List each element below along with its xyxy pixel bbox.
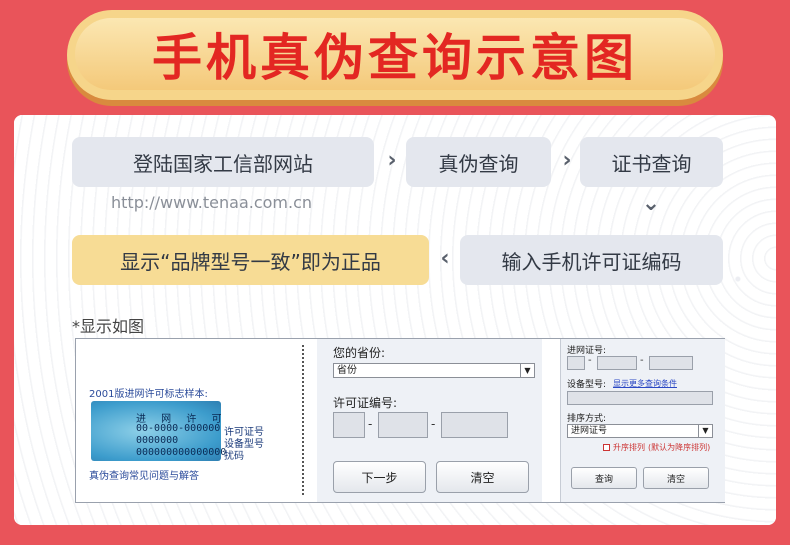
license-part2-input[interactable] bbox=[378, 412, 428, 438]
dash-separator: - bbox=[431, 417, 436, 431]
device-model-label: 设备型号: bbox=[567, 380, 607, 390]
chevron-down-icon: ▼ bbox=[698, 425, 712, 437]
license-number-label: 许可证编号: bbox=[333, 396, 398, 410]
ascending-checkbox[interactable] bbox=[603, 444, 610, 451]
net-license-part1-input[interactable] bbox=[567, 356, 585, 370]
ascending-hint: (默认为降序排列) bbox=[648, 443, 711, 452]
dash-separator: - bbox=[588, 355, 592, 366]
page-title: 手机真伪查询示意图 bbox=[152, 29, 638, 87]
step-result-genuine: 显示“品牌型号一致”即为正品 bbox=[72, 235, 429, 285]
license-number: 00-0000-000000 bbox=[136, 423, 221, 434]
example-note: *显示如图 bbox=[72, 317, 145, 336]
dotted-divider bbox=[302, 345, 304, 495]
ministry-url: http://www.tenaa.com.cn bbox=[111, 193, 313, 212]
net-license-label: 进网证号: bbox=[567, 346, 607, 356]
province-select-value: 省份 bbox=[337, 365, 357, 376]
province-select[interactable]: 省份 ▼ bbox=[333, 363, 535, 378]
chevron-down-icon: ⌄ bbox=[641, 191, 661, 216]
license-part1-input[interactable] bbox=[333, 412, 365, 438]
dash-separator: - bbox=[368, 417, 373, 431]
chevron-right-icon: › bbox=[387, 148, 397, 173]
query-button[interactable]: 查询 bbox=[571, 467, 637, 489]
step-enter-license-code: 输入手机许可证编码 bbox=[460, 235, 723, 285]
sort-select[interactable]: 进网证号 ▼ bbox=[567, 424, 713, 438]
scramble-code-label: 扰码 bbox=[224, 451, 244, 462]
chevron-right-icon: › bbox=[562, 148, 572, 173]
step-login-ministry-site: 登陆国家工信部网站 bbox=[72, 137, 374, 187]
ascending-label: 升序排列 bbox=[613, 443, 645, 452]
step-authenticity-query: 真伪查询 bbox=[406, 137, 551, 187]
step-certificate-query: 证书查询 bbox=[580, 137, 723, 187]
license-part3-input[interactable] bbox=[441, 412, 508, 438]
clear-button[interactable]: 清空 bbox=[436, 461, 529, 493]
license-sample: 2001版进网许可标志样本: 进 网 许 可 00-0000-000000 00… bbox=[76, 339, 303, 502]
scramble-code: 000000000000000 bbox=[136, 447, 227, 458]
title-banner-inner: 手机真伪查询示意图 bbox=[75, 18, 715, 90]
sort-label: 排序方式: bbox=[567, 414, 607, 424]
license-sample-title: 2001版进网许可标志样本: bbox=[89, 389, 208, 400]
device-model-number: 0000000 bbox=[136, 435, 179, 446]
dash-separator: - bbox=[640, 355, 644, 366]
clear-button[interactable]: 清空 bbox=[643, 467, 709, 489]
next-step-button[interactable]: 下一步 bbox=[333, 461, 426, 493]
main-card: 登陆国家工信部网站 › 真伪查询 › 证书查询 http://www.tenaa… bbox=[14, 115, 776, 525]
query-screenshot-panel: 2001版进网许可标志样本: 进 网 许 可 00-0000-000000 00… bbox=[75, 338, 725, 503]
faq-link[interactable]: 真伪查询常见问题与解答 bbox=[89, 467, 199, 482]
device-model-input[interactable] bbox=[567, 391, 713, 405]
net-license-part3-input[interactable] bbox=[649, 356, 693, 370]
query-form: 您的省份: 省份 ▼ 许可证编号: - - 下一步 清空 bbox=[317, 339, 542, 502]
certificate-query-form: 进网证号: - - 设备型号: 显示更多查询条件 排序方式: 进网证号 ▼ 升序… bbox=[560, 339, 725, 502]
chevron-left-icon: ‹ bbox=[440, 246, 450, 271]
net-license-part2-input[interactable] bbox=[597, 356, 637, 370]
more-conditions-link[interactable]: 显示更多查询条件 bbox=[613, 378, 677, 389]
province-label: 您的省份: bbox=[333, 346, 386, 360]
chevron-down-icon: ▼ bbox=[520, 364, 534, 377]
title-banner: 手机真伪查询示意图 bbox=[67, 10, 723, 100]
sort-select-value: 进网证号 bbox=[571, 426, 608, 436]
